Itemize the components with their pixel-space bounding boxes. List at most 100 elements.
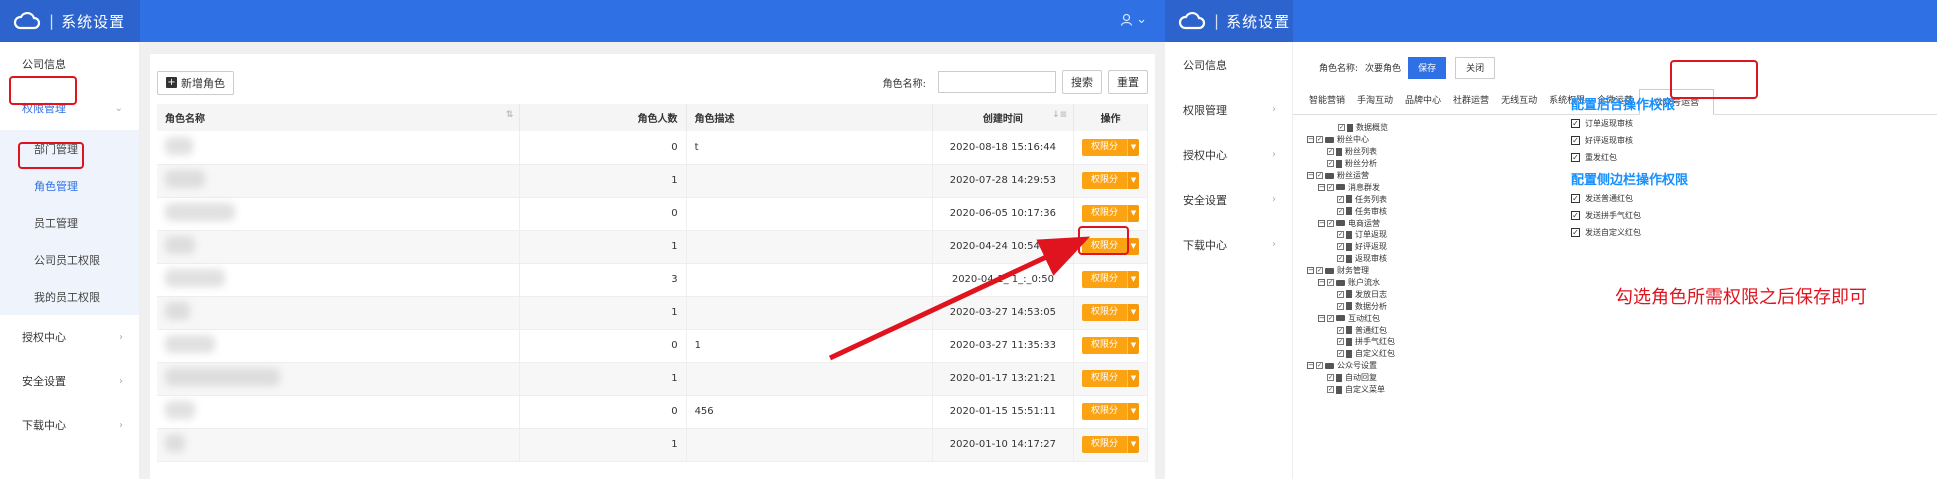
caret-down-icon[interactable]: ▼: [1126, 370, 1139, 387]
assign-permission-button[interactable]: 权限分配: [1082, 138, 1127, 156]
checkbox-checked-icon[interactable]: ✓: [1337, 231, 1344, 239]
checkbox-checked-icon[interactable]: ✓: [1571, 194, 1580, 203]
checkbox-checked-icon[interactable]: ✓: [1337, 326, 1344, 334]
tree-node[interactable]: ✓ 返现审核: [1307, 253, 1395, 265]
tree-node[interactable]: ✓ 任务列表: [1307, 193, 1395, 205]
collapse-toggle-icon[interactable]: −: [1307, 267, 1314, 275]
assign-permission-button[interactable]: 权限分配: [1082, 172, 1127, 189]
assign-permission-button[interactable]: 权限分配: [1082, 370, 1127, 387]
perm-checkbox-item[interactable]: ✓ 订单返现审核: [1571, 118, 1633, 129]
tree-node[interactable]: − ✓ 公众号设置: [1307, 360, 1395, 372]
perm-checkbox-item[interactable]: ✓ 重发红包: [1571, 152, 1617, 163]
checkbox-checked-icon[interactable]: ✓: [1338, 124, 1345, 132]
tree-node[interactable]: − ✓ 财务管理: [1307, 265, 1395, 277]
sidebar-item-company-info[interactable]: 公司信息: [1165, 42, 1292, 87]
tree-node[interactable]: ✓ 数据分析: [1307, 300, 1395, 312]
perm-checkbox-item[interactable]: ✓ 发送自定义红包: [1571, 227, 1641, 238]
tree-node[interactable]: ✓ 普通红包: [1307, 324, 1395, 336]
checkbox-checked-icon[interactable]: ✓: [1337, 350, 1344, 358]
tree-node[interactable]: ✓ 拼手气红包: [1307, 336, 1395, 348]
add-role-button[interactable]: + 新增角色: [157, 70, 234, 95]
sidebar-item-auth-center[interactable]: 授权中心 ›: [1165, 132, 1292, 177]
checkbox-checked-icon[interactable]: ✓: [1327, 279, 1334, 287]
tree-node[interactable]: − ✓ 粉丝中心: [1307, 134, 1395, 146]
checkbox-checked-icon[interactable]: ✓: [1316, 267, 1323, 275]
assign-permission-button[interactable]: 权限分配: [1082, 337, 1127, 354]
save-button[interactable]: 保存: [1408, 56, 1447, 79]
perm-checkbox-item[interactable]: ✓ 发送拼手气红包: [1571, 210, 1641, 221]
checkbox-checked-icon[interactable]: ✓: [1316, 136, 1323, 144]
tab-4[interactable]: 无线互动: [1495, 93, 1543, 106]
checkbox-checked-icon[interactable]: ✓: [1327, 219, 1334, 227]
tree-node[interactable]: ✓ 粉丝分析: [1307, 158, 1395, 170]
caret-down-icon[interactable]: ▼: [1126, 172, 1139, 189]
tree-node[interactable]: − ✓ 账户流水: [1307, 277, 1395, 289]
collapse-toggle-icon[interactable]: −: [1318, 219, 1325, 227]
checkbox-checked-icon[interactable]: ✓: [1327, 374, 1334, 382]
tree-node[interactable]: − ✓ 电商运营: [1307, 217, 1395, 229]
collapse-toggle-icon[interactable]: −: [1307, 362, 1314, 370]
collapse-toggle-icon[interactable]: −: [1318, 314, 1325, 322]
tree-node[interactable]: ✓ 任务审核: [1307, 205, 1395, 217]
tab-1[interactable]: 手淘互动: [1351, 93, 1399, 106]
perm-checkbox-item[interactable]: ✓ 好评返现审核: [1571, 135, 1633, 146]
checkbox-checked-icon[interactable]: ✓: [1571, 153, 1580, 162]
checkbox-checked-icon[interactable]: ✓: [1327, 183, 1334, 191]
sidebar-item-downloads[interactable]: 下载中心 ›: [1165, 222, 1292, 267]
caret-down-icon[interactable]: ▼: [1126, 271, 1139, 288]
collapse-toggle-icon[interactable]: −: [1318, 279, 1325, 287]
checkbox-checked-icon[interactable]: ✓: [1337, 290, 1344, 298]
checkbox-checked-icon[interactable]: ✓: [1571, 228, 1580, 237]
sidebar-subitem-company-staff-perms[interactable]: 公司员工权限: [0, 241, 139, 278]
checkbox-checked-icon[interactable]: ✓: [1337, 207, 1344, 215]
assign-permission-button[interactable]: 权限分配: [1082, 436, 1127, 453]
checkbox-checked-icon[interactable]: ✓: [1337, 338, 1344, 346]
checkbox-checked-icon[interactable]: ✓: [1337, 302, 1344, 310]
checkbox-checked-icon[interactable]: ✓: [1337, 195, 1344, 203]
caret-down-icon[interactable]: ▼: [1126, 205, 1139, 222]
checkbox-checked-icon[interactable]: ✓: [1327, 386, 1334, 394]
sidebar-item-auth-center[interactable]: 授权中心 ›: [0, 315, 139, 359]
tree-node[interactable]: ✓ 粉丝列表: [1307, 146, 1395, 158]
tree-node[interactable]: ✓ 自动回复: [1307, 372, 1395, 384]
sidebar-subitem-staff[interactable]: 员工管理: [0, 204, 139, 241]
tree-node[interactable]: ✓ 订单返现: [1307, 229, 1395, 241]
checkbox-checked-icon[interactable]: ✓: [1571, 136, 1580, 145]
checkbox-checked-icon[interactable]: ✓: [1337, 255, 1344, 263]
sidebar-item-permissions[interactable]: 权限管理 ›: [1165, 87, 1292, 132]
checkbox-checked-icon[interactable]: ✓: [1327, 148, 1334, 156]
checkbox-checked-icon[interactable]: ✓: [1327, 160, 1334, 168]
col-role-name[interactable]: 角色名称 ⇅: [157, 104, 521, 131]
sidebar-item-downloads[interactable]: 下载中心 ›: [0, 403, 139, 447]
perm-checkbox-item[interactable]: ✓ 发送普通红包: [1571, 193, 1633, 204]
assign-permission-button[interactable]: 权限分配: [1082, 304, 1127, 321]
tree-node[interactable]: ✓ 发放日志: [1307, 288, 1395, 300]
caret-down-icon[interactable]: ▼: [1126, 403, 1139, 420]
tree-node[interactable]: ✓ 好评返现: [1307, 241, 1395, 253]
sidebar-subitem-roles[interactable]: 角色管理: [0, 167, 139, 204]
collapse-toggle-icon[interactable]: −: [1307, 172, 1314, 179]
checkbox-checked-icon[interactable]: ✓: [1327, 314, 1334, 322]
collapse-toggle-icon[interactable]: −: [1318, 183, 1325, 191]
search-button[interactable]: 搜索: [1062, 70, 1102, 94]
checkbox-checked-icon[interactable]: ✓: [1316, 172, 1323, 179]
sidebar-subitem-my-staff-perms[interactable]: 我的员工权限: [0, 278, 139, 315]
caret-down-icon[interactable]: ▼: [1126, 337, 1139, 354]
sidebar-item-security[interactable]: 安全设置 ›: [1165, 177, 1292, 222]
tab-2[interactable]: 品牌中心: [1399, 93, 1447, 106]
tree-node[interactable]: − ✓ 消息群发: [1307, 181, 1395, 193]
checkbox-checked-icon[interactable]: ✓: [1337, 243, 1344, 251]
caret-down-icon[interactable]: ▼: [1126, 304, 1139, 321]
tab-0[interactable]: 智能营销: [1303, 93, 1351, 106]
tree-node[interactable]: ✓ 自定义菜单: [1307, 384, 1395, 396]
checkbox-checked-icon[interactable]: ✓: [1571, 211, 1580, 220]
role-name-search-input[interactable]: [938, 71, 1056, 93]
tree-node[interactable]: − ✓ 粉丝运营: [1307, 170, 1395, 182]
sidebar-item-security[interactable]: 安全设置 ›: [0, 359, 139, 403]
tree-node[interactable]: ✓ 自定义红包: [1307, 348, 1395, 360]
checkbox-checked-icon[interactable]: ✓: [1571, 119, 1580, 128]
caret-down-icon[interactable]: ▼: [1126, 138, 1139, 156]
caret-down-icon[interactable]: ▼: [1126, 436, 1139, 453]
tree-node[interactable]: − ✓ 互动红包: [1307, 312, 1395, 324]
assign-permission-button[interactable]: 权限分配: [1082, 403, 1127, 420]
